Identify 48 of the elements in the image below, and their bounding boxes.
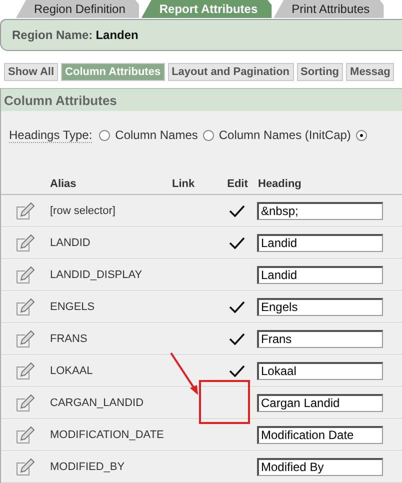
radio-label[interactable]: Column Names	[115, 128, 198, 142]
tab[interactable]: Region Definition	[16, 0, 140, 18]
heading-field[interactable]: Lokaal	[257, 362, 383, 380]
alias-cell-text: MODIFIED_BY	[50, 460, 126, 472]
region-name-value: Landen	[96, 28, 138, 42]
heading-field[interactable]: Modification Date	[257, 426, 383, 444]
alias-cell-text: LOKAAL	[50, 364, 94, 376]
heading-field[interactable]: &nbsp;	[257, 202, 383, 220]
edit-pencil-icon[interactable]	[15, 232, 35, 252]
region-name-label: Region Name:	[12, 28, 93, 42]
edit-pencil-icon[interactable]	[15, 392, 35, 412]
radio-button[interactable]	[99, 130, 110, 140]
alias-cell-text: FRANS	[50, 332, 88, 344]
column-header: Edit	[226, 178, 249, 190]
alias-cell-text: LANDID_DISPLAY	[50, 268, 144, 280]
heading-field[interactable]: Landid	[257, 266, 383, 284]
edit-pencil-icon[interactable]	[15, 296, 35, 316]
heading-field[interactable]: Landid	[257, 234, 383, 252]
column-header: Alias	[50, 178, 78, 190]
headings-type-label: Headings Type:	[9, 128, 92, 142]
edit-pencil-icon[interactable]	[15, 424, 35, 444]
heading-field[interactable]: Modified By	[257, 458, 383, 476]
radio-button[interactable]	[202, 130, 214, 140]
heading-field[interactable]: Frans	[257, 330, 383, 348]
heading-field[interactable]: Cargan Landid	[257, 394, 383, 412]
column-header: Heading	[258, 178, 302, 190]
radio-button[interactable]	[356, 130, 367, 140]
edit-pencil-icon[interactable]	[15, 360, 35, 380]
tab[interactable]: Print Attributes	[274, 0, 384, 18]
heading-field[interactable]: Engels	[257, 298, 383, 316]
alias-cell-text: [row selector]	[50, 204, 116, 216]
alias-cell-text: LANDID	[50, 236, 92, 248]
section-title: Column Attributes	[4, 92, 117, 108]
highlight-box	[199, 380, 250, 424]
section-button[interactable]: Show All	[4, 63, 58, 81]
edit-pencil-icon[interactable]	[15, 328, 35, 348]
alias-cell-text: ENGELS	[50, 300, 96, 312]
edit-pencil-icon[interactable]	[15, 264, 35, 284]
radio-label[interactable]: Column Names (InitCap)	[218, 128, 351, 142]
edit-pencil-icon[interactable]	[15, 200, 35, 220]
annotation-arrow	[169, 351, 201, 397]
edit-pencil-icon[interactable]	[15, 456, 35, 476]
section-button[interactable]: Layout and Pagination	[168, 63, 294, 81]
section-button[interactable]: Sorting	[296, 63, 344, 81]
column-header: Link	[172, 178, 196, 190]
alias-cell-text: CARGAN_LANDID	[50, 396, 145, 408]
alias-cell-text: MODIFICATION_DATE	[50, 428, 165, 440]
section-button[interactable]: Messag	[346, 63, 394, 81]
